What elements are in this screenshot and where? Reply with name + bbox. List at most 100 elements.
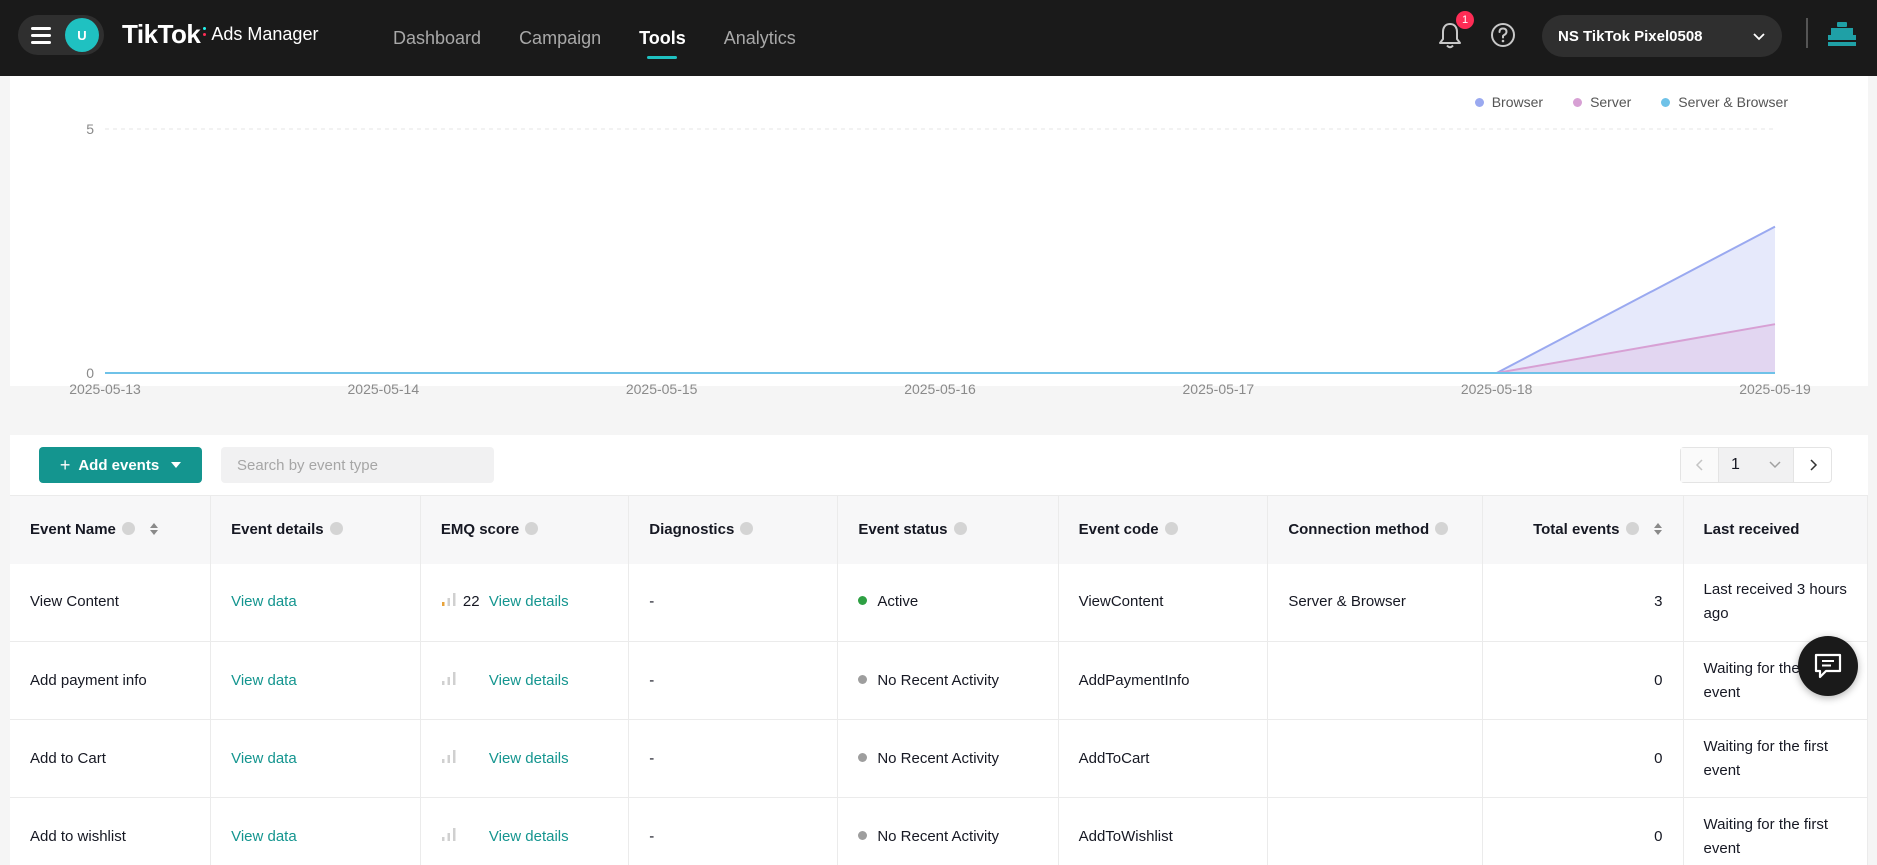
info-icon[interactable] [1435,522,1449,536]
plus-icon: + [59,454,71,475]
col-label: Total events [1533,521,1620,539]
chat-icon [1814,653,1842,679]
info-icon[interactable] [1164,522,1178,536]
cell-event-code: AddToWishlist [1058,797,1269,865]
next-page-button[interactable] [1793,448,1831,482]
cell-event-name: Add payment info [10,641,212,720]
info-icon[interactable] [1625,522,1639,536]
status-text: Active [877,593,919,611]
nav-campaign[interactable]: Campaign [500,0,620,76]
view-details-link[interactable]: View details [489,672,569,689]
view-details-link[interactable]: View details [489,750,569,767]
x-tick-label: 2025-05-15 [626,381,698,397]
col-label: Event details [231,521,324,539]
event-search-input[interactable] [221,447,494,483]
view-data-link[interactable]: View data [231,593,297,610]
cell-event-name: Add to wishlist [10,797,212,865]
col-label: Event code [1078,521,1159,539]
prev-page-button[interactable] [1681,448,1719,482]
events-panel: + Add events 1 Event Name Event details … [10,435,1869,865]
page-select[interactable]: 1 [1719,448,1793,482]
seat-icon[interactable] [1826,20,1858,50]
y-tick-label: 5 [86,121,94,137]
app-logo[interactable]: TikTok Ads Manager [122,18,318,50]
col-label: Last received [1703,521,1800,539]
cell-event-code: AddPaymentInfo [1058,641,1269,720]
cell-emq-score: View details [420,641,630,720]
chevron-right-icon [1809,459,1817,471]
cell-last-received: Waiting for the first event [1683,797,1869,865]
status-text: No Recent Activity [877,827,1000,845]
col-total-events[interactable]: Total events [1482,495,1684,564]
avatar[interactable]: U [65,18,99,52]
menu-toggle[interactable]: U [18,15,104,55]
info-icon[interactable] [953,522,967,536]
hamburger-icon[interactable] [31,27,51,44]
sort-icon[interactable] [1653,522,1663,536]
col-event-name[interactable]: Event Name [10,495,212,564]
table-row: Add to Cart View data View details - No Rece… [10,719,1869,798]
cell-total-events: 3 [1482,563,1684,642]
cell-event-status: No Recent Activity [837,719,1059,798]
last-received-line2: event [1703,761,1741,779]
view-data-link[interactable]: View data [231,828,297,845]
events-chart: 0 5 2025-05-13 2025-05-14 2025-05-15 2025-05-… [69,121,1811,397]
col-label: Connection method [1288,521,1430,539]
emq-score-value: 22 [462,593,480,611]
events-table: Event Name Event details EMQ score Diagn… [10,495,1869,865]
status-dot-icon [858,752,868,762]
cell-last-received: Waiting for the first event [1683,719,1869,798]
col-last-received: Last received [1683,495,1869,564]
info-icon[interactable] [121,522,135,536]
cell-event-details: View data [210,797,421,865]
info-icon[interactable] [740,522,754,536]
account-selector[interactable]: NS TikTok Pixel0508 [1542,15,1782,57]
col-label: Event status [858,521,948,539]
table-row: View Content View data 22 View details - Acti… [10,563,1869,642]
nav-analytics[interactable]: Analytics [705,0,815,76]
signal-bars-icon [441,827,456,841]
status-text: No Recent Activity [877,749,1000,767]
cell-event-name: Add to Cart [10,719,212,798]
question-circle-icon[interactable] [1490,22,1516,48]
view-data-link[interactable]: View data [231,750,297,767]
cell-event-status: No Recent Activity [837,641,1059,720]
view-data-link[interactable]: View data [231,672,297,689]
add-events-button[interactable]: + Add events [39,447,202,483]
sort-icon[interactable] [149,522,159,536]
account-name: NS TikTok Pixel0508 [1558,27,1703,45]
cell-connection-method [1267,641,1483,720]
cell-total-events: 0 [1482,719,1684,798]
cell-emq-score: 22 View details [420,563,630,642]
chevron-down-icon [1769,461,1781,469]
cell-event-status: Active [837,563,1059,642]
view-details-link[interactable]: View details [489,593,569,610]
info-icon[interactable] [329,522,343,536]
cell-event-code: ViewContent [1058,563,1269,642]
nav-tools[interactable]: Tools [620,0,705,76]
col-event-status: Event status [837,495,1059,564]
cell-event-code: AddToCart [1058,719,1269,798]
last-received-line1: Waiting for the first [1703,815,1828,833]
last-received-line2: ago [1703,605,1729,623]
x-tick-label: 2025-05-19 [1739,381,1811,397]
cell-emq-score: View details [420,797,630,865]
x-tick-label: 2025-05-13 [69,381,141,397]
view-details-link[interactable]: View details [489,828,569,845]
chevron-down-icon[interactable] [1752,29,1766,43]
logo-brand: TikTok [122,18,201,49]
series-area-0 [105,226,1775,373]
col-label: EMQ score [440,521,520,539]
chat-button[interactable] [1798,636,1858,696]
status-dot-icon [858,674,868,684]
info-icon[interactable] [525,522,539,536]
notification-badge: 1 [1456,11,1474,29]
nav-dashboard[interactable]: Dashboard [374,0,500,76]
col-event-code: Event code [1058,495,1269,564]
cell-connection-method: Server & Browser [1267,563,1483,642]
cell-diagnostics: - [628,563,839,642]
cell-connection-method [1267,797,1483,865]
cell-connection-method [1267,719,1483,798]
x-tick-label: 2025-05-16 [904,381,976,397]
col-connection-method: Connection method [1267,495,1483,564]
